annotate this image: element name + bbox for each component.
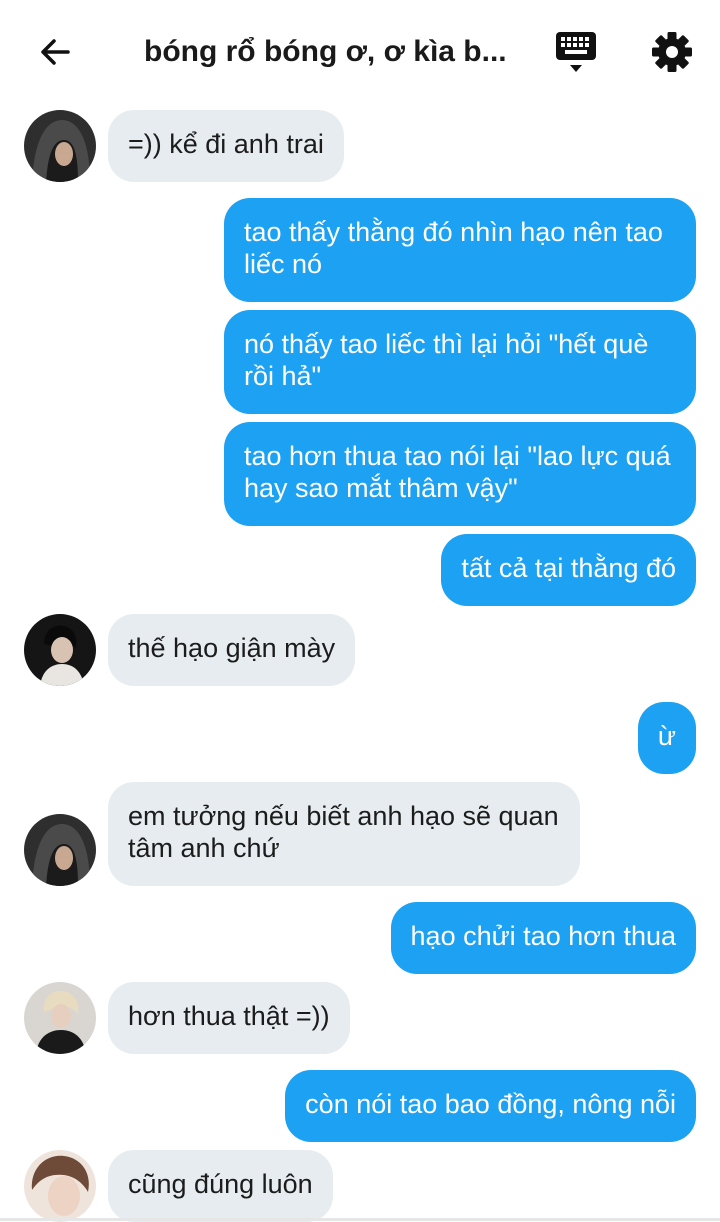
conversation-title[interactable]: bóng rổ bóng ơ, ơ kìa b... [144,30,534,74]
message-bubble-incoming[interactable]: thế hạo giận mày [108,614,356,686]
message-bubble-outgoing[interactable]: tao hơn thua tao nói lại "lao lực quá ha… [224,422,696,526]
avatar[interactable] [24,982,96,1054]
message-bubble-outgoing[interactable]: ừ [637,702,696,774]
avatar[interactable] [24,1150,96,1222]
message-bubble-outgoing[interactable]: hạo chửi tao hơn thua [390,902,696,974]
avatar[interactable] [24,814,96,886]
blond-person-avatar [24,982,96,1054]
settings-button[interactable] [648,28,696,76]
message-bubble-outgoing[interactable]: tao thấy thằng đó nhìn hạo nên tao liếc … [224,198,696,302]
keyboard-icon [556,32,596,72]
message-bubble-incoming[interactable]: =)) kể đi anh trai [108,110,344,182]
keyboard-button[interactable] [552,28,600,76]
hooded-person-avatar [24,110,96,182]
dark-profile-avatar [24,614,96,686]
message-bubble-incoming[interactable]: cũng đúng luôn [108,1150,333,1222]
gear-icon [652,32,692,72]
chat-header: bóng rổ bóng ơ, ơ kìa b... [0,0,720,100]
message-bubble-outgoing[interactable]: tất cả tại thằng đó [441,534,696,606]
brown-hair-person-avatar [24,1150,96,1222]
message-bubble-outgoing[interactable]: nó thấy tao liếc thì lại hỏi "hết què rồ… [224,310,696,414]
hooded-person-avatar [24,814,96,886]
back-button[interactable] [34,30,78,74]
avatar[interactable] [24,614,96,686]
message-bubble-outgoing[interactable]: còn nói tao bao đồng, nông nỗi [285,1070,696,1142]
avatar[interactable] [24,110,96,182]
message-bubble-incoming[interactable]: em tưởng nếu biết anh hạo sẽ quan tâm an… [108,782,580,886]
message-bubble-incoming[interactable]: hơn thua thật =)) [108,982,350,1054]
arrow-left-icon [41,39,70,65]
